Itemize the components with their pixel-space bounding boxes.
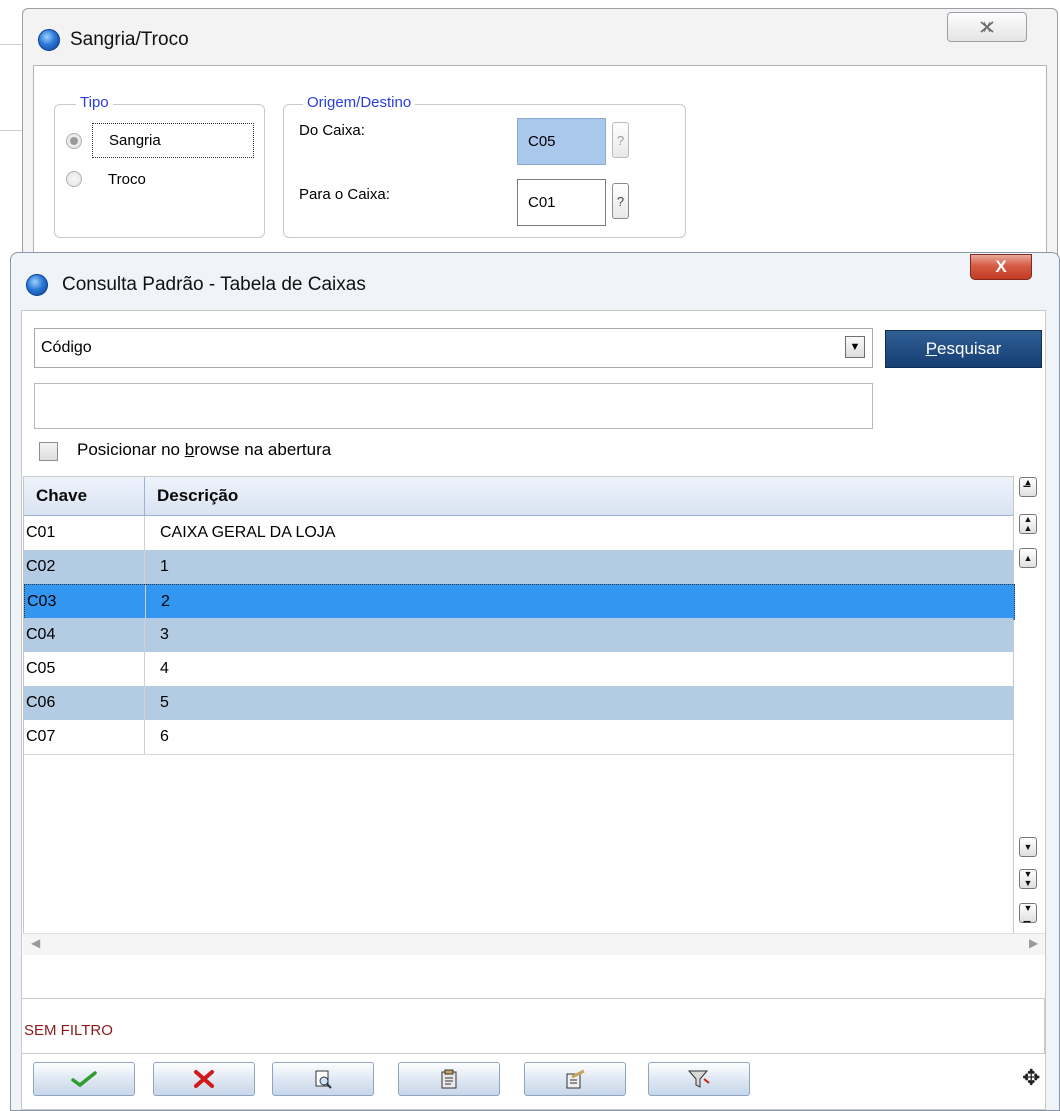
cell-descricao: 5 xyxy=(160,694,169,711)
confirm-button[interactable] xyxy=(33,1062,135,1096)
app-logo-icon xyxy=(38,29,60,51)
cell-descricao: CAIXA GERAL DA LOJA xyxy=(160,524,336,541)
radio-troco[interactable] xyxy=(66,171,82,187)
first-page-icon: ▲ ▔ xyxy=(1023,477,1033,496)
checkbox-label-part: Posicionar no xyxy=(77,440,185,459)
do-caixa-label: Do Caixa: xyxy=(299,122,365,139)
close-icon xyxy=(980,21,994,33)
filter-button[interactable] xyxy=(648,1062,750,1096)
consulta-dialog-title: Consulta Padrão - Tabela de Caixas xyxy=(62,274,366,295)
horizontal-scrollbar[interactable]: ◀ ▶ xyxy=(23,933,1045,955)
close-icon: X xyxy=(995,257,1007,276)
para-caixa-field[interactable]: C01 xyxy=(517,179,606,226)
do-caixa-field[interactable]: C05 xyxy=(517,118,606,165)
cell-descricao: 4 xyxy=(160,660,169,677)
table-header: Chave Descrição xyxy=(24,477,1013,516)
move-icon[interactable]: ✥ xyxy=(1022,1065,1040,1091)
last-page-icon: ▼ ▁ xyxy=(1023,903,1033,922)
caixas-table[interactable]: Chave Descrição C01 CAIXA GERAL DA LOJA C0… xyxy=(23,476,1015,953)
chevron-down-icon: ▼ xyxy=(849,341,861,353)
pesquisar-label: esquisar xyxy=(937,339,1002,358)
down-icon: ▼ xyxy=(1023,841,1033,852)
cell-chave: C06 xyxy=(26,694,56,711)
column-divider xyxy=(144,618,145,652)
filter-icon xyxy=(687,1070,710,1088)
table-row[interactable]: C03 2 xyxy=(24,584,1015,620)
para-caixa-help-button[interactable]: ? xyxy=(612,183,629,219)
checkbox-label-part: rowse na abertura xyxy=(194,440,332,459)
cancel-x-icon xyxy=(194,1070,214,1088)
line-up-button[interactable]: ▲ xyxy=(1019,548,1037,568)
table-row[interactable]: C05 4 xyxy=(24,652,1013,687)
background-divider xyxy=(0,44,22,45)
origem-destino-legend: Origem/Destino xyxy=(303,94,416,111)
cell-descricao: 1 xyxy=(160,558,169,575)
scroll-left-icon[interactable]: ◀ xyxy=(31,936,40,950)
app-logo-icon xyxy=(26,274,48,296)
order-select[interactable]: Código xyxy=(34,328,873,368)
edit-button[interactable] xyxy=(398,1062,500,1096)
cancel-button[interactable] xyxy=(153,1062,255,1096)
up-icon: ▲ xyxy=(1023,552,1033,563)
cell-descricao: 2 xyxy=(161,593,170,610)
filter-status-panel xyxy=(21,998,1045,1054)
double-up-icon: ▲ ▲ xyxy=(1023,514,1033,533)
background-divider xyxy=(0,130,22,131)
radio-sangria[interactable] xyxy=(66,133,82,149)
checkbox-label-accel: b xyxy=(184,440,195,459)
page-down-button[interactable]: ▼ ▼ xyxy=(1019,869,1037,889)
scroll-right-icon[interactable]: ▶ xyxy=(1029,936,1038,950)
radio-sangria-label[interactable]: Sangria xyxy=(92,123,254,158)
do-caixa-help-button[interactable]: ? xyxy=(612,122,629,158)
column-divider xyxy=(144,686,145,720)
cell-chave: C03 xyxy=(27,593,57,610)
column-divider xyxy=(144,516,145,550)
search-input[interactable] xyxy=(34,383,873,429)
cell-chave: C07 xyxy=(26,728,56,745)
para-caixa-label: Para o Caixa: xyxy=(299,186,390,203)
column-header-descricao[interactable]: Descrição xyxy=(145,477,757,515)
column-divider xyxy=(144,720,145,754)
cell-chave: C01 xyxy=(26,524,56,541)
radio-troco-label[interactable]: Troco xyxy=(108,171,146,188)
consulta-close-button[interactable]: X xyxy=(970,254,1032,280)
table-row[interactable]: C04 3 xyxy=(24,618,1013,653)
double-down-icon: ▼ ▼ xyxy=(1023,869,1033,888)
line-down-button[interactable]: ▼ xyxy=(1019,837,1037,857)
new-button[interactable] xyxy=(524,1062,626,1096)
dialog-title: Sangria/Troco xyxy=(70,29,189,50)
table-row[interactable]: C01 CAIXA GERAL DA LOJA xyxy=(24,516,1013,551)
first-page-button[interactable]: ▲ ▔ xyxy=(1019,477,1037,497)
view-button[interactable] xyxy=(272,1062,374,1096)
order-select-value: Código xyxy=(41,339,92,356)
column-divider xyxy=(145,585,146,619)
last-page-button[interactable]: ▼ ▁ xyxy=(1019,903,1037,923)
cell-descricao: 6 xyxy=(160,728,169,745)
column-divider xyxy=(144,550,145,584)
order-select-dropdown-button[interactable]: ▼ xyxy=(845,336,865,358)
edit-record-icon xyxy=(441,1069,457,1089)
posicionar-checkbox-label[interactable]: Posicionar no browse na abertura xyxy=(77,440,331,460)
cell-chave: C04 xyxy=(26,626,56,643)
filter-status-text: SEM FILTRO xyxy=(24,1022,113,1039)
table-row[interactable]: C06 5 xyxy=(24,686,1013,721)
cell-descricao: 3 xyxy=(160,626,169,643)
tipo-legend: Tipo xyxy=(76,94,113,111)
column-divider xyxy=(144,652,145,686)
table-row[interactable]: C02 1 xyxy=(24,550,1013,585)
confirm-check-icon xyxy=(71,1071,97,1088)
page-up-button[interactable]: ▲ ▲ xyxy=(1019,514,1037,534)
close-button[interactable] xyxy=(947,12,1027,42)
pesquisar-accel: P xyxy=(925,339,938,358)
view-details-icon xyxy=(315,1070,332,1089)
posicionar-checkbox[interactable] xyxy=(39,442,58,461)
column-header-chave[interactable]: Chave xyxy=(24,477,156,515)
cell-chave: C05 xyxy=(26,660,56,677)
cell-chave: C02 xyxy=(26,558,56,575)
new-record-icon xyxy=(566,1069,585,1089)
pesquisar-button[interactable]: Pesquisar xyxy=(885,330,1042,368)
table-row[interactable]: C07 6 xyxy=(24,720,1013,755)
